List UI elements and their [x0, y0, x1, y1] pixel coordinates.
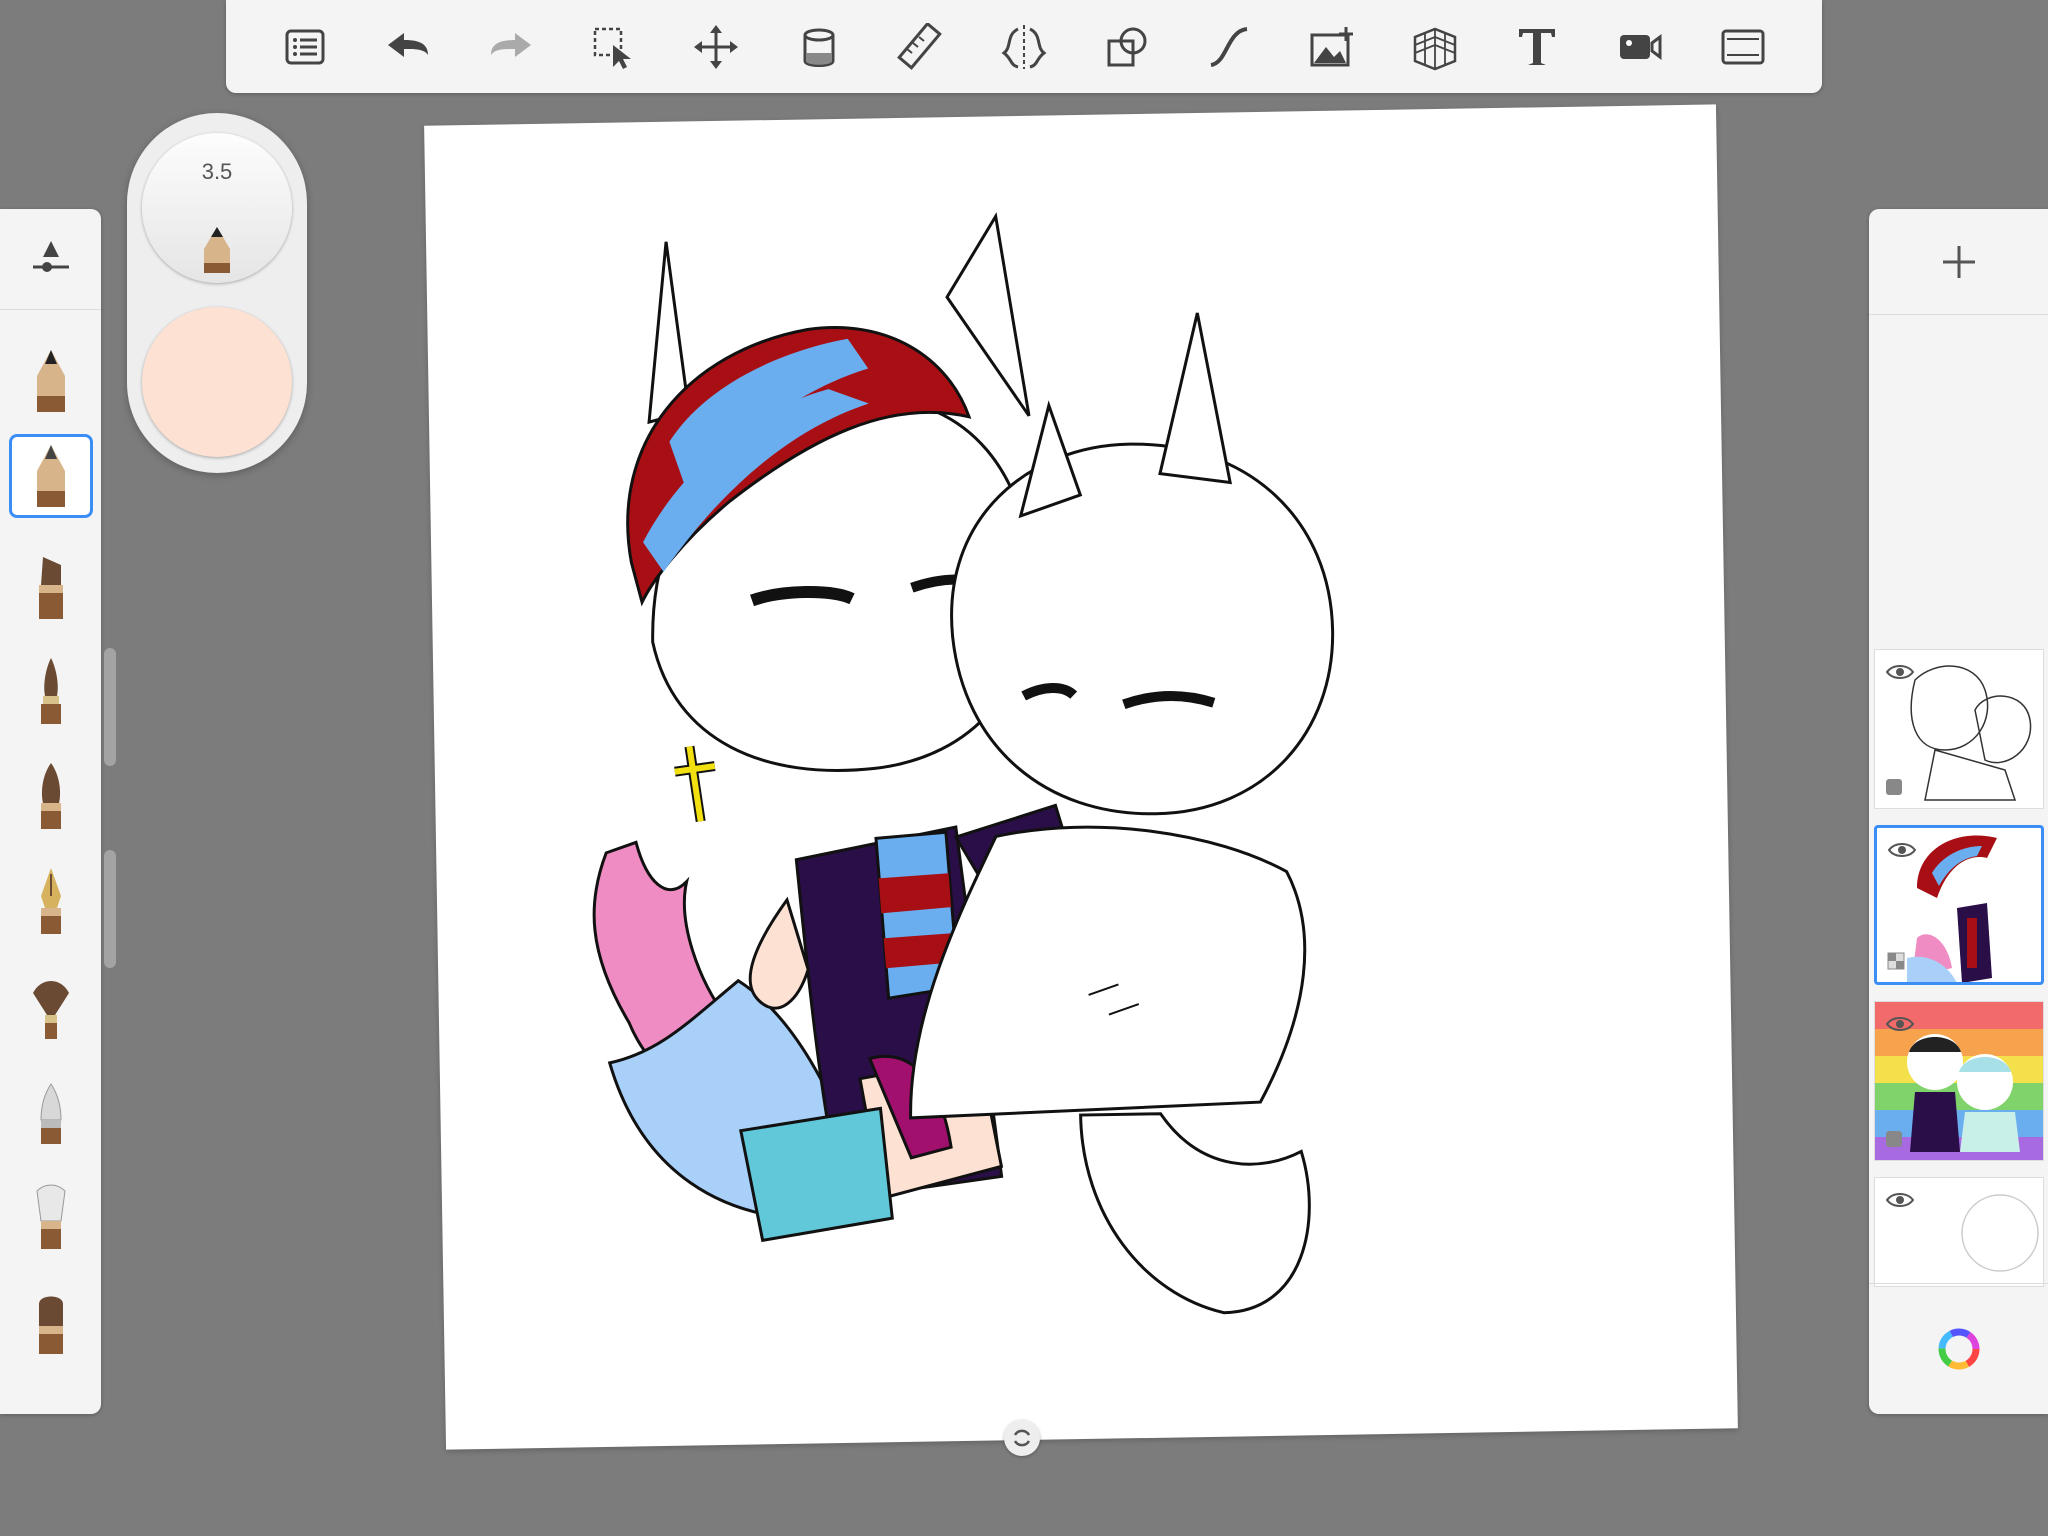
- brush-shaving[interactable]: [9, 1174, 93, 1258]
- menu-list-icon: [285, 29, 325, 64]
- ruler-icon: [897, 22, 943, 70]
- shapes-button[interactable]: [1075, 0, 1178, 93]
- plus-icon: [1942, 245, 1975, 278]
- visibility-eye-icon[interactable]: [1885, 1014, 1915, 1034]
- canvas-paper[interactable]: [424, 104, 1738, 1450]
- brush-chisel[interactable]: [9, 1069, 93, 1153]
- visibility-eye-icon[interactable]: [1885, 662, 1915, 682]
- drawing-canvas[interactable]: [424, 104, 1738, 1450]
- fullscreen-button[interactable]: [1691, 0, 1794, 93]
- record-video-button[interactable]: [1589, 0, 1692, 93]
- menu-list-button[interactable]: [254, 0, 357, 93]
- pencil-icon: [204, 227, 230, 273]
- brush-flat[interactable]: [9, 1279, 93, 1363]
- brush-puck[interactable]: 3.5: [127, 113, 307, 473]
- redo-icon: [490, 32, 531, 57]
- layer-panel: [1869, 209, 2048, 1414]
- brush-fountain-pen[interactable]: [9, 859, 93, 943]
- bristle-brush-icon: [36, 1184, 66, 1249]
- fan-brush-icon: [33, 981, 69, 1039]
- visibility-eye-icon[interactable]: [1885, 1190, 1915, 1210]
- curve-button[interactable]: [1178, 0, 1281, 93]
- perspective-icon: [1413, 27, 1456, 70]
- ruler-button[interactable]: [870, 0, 973, 93]
- transform-icon: [694, 24, 739, 69]
- text-button[interactable]: [1486, 0, 1589, 93]
- brush-size-value: 3.5: [201, 159, 233, 184]
- current-color-swatch[interactable]: [142, 307, 292, 457]
- redo-button[interactable]: [459, 0, 562, 93]
- brush-palette-handle-top[interactable]: [104, 648, 116, 766]
- layer-reference[interactable]: [1874, 1001, 2044, 1161]
- brush-paintbrush[interactable]: [9, 649, 93, 733]
- canvas-rotate-handle[interactable]: [1004, 1420, 1040, 1456]
- visibility-eye-icon[interactable]: [1887, 840, 1917, 860]
- top-toolbar: [226, 0, 1822, 93]
- shapes-icon: [1107, 27, 1147, 66]
- symmetry-icon: [1001, 24, 1047, 69]
- layer-lock-icon[interactable]: [1885, 1130, 1903, 1148]
- layer-alpha-lock-icon[interactable]: [1887, 952, 1905, 970]
- fountain-pen-icon: [41, 868, 61, 934]
- rotate-icon: [1013, 1429, 1031, 1447]
- fill-bucket-button[interactable]: [767, 0, 870, 93]
- round-brush-icon: [41, 763, 61, 829]
- marker-brush-icon: [39, 557, 63, 619]
- undo-icon: [388, 32, 428, 57]
- color-editor-button[interactable]: [1869, 1283, 2048, 1414]
- brush-airbrush[interactable]: [9, 754, 93, 838]
- undo-button[interactable]: [357, 0, 460, 93]
- selection-icon: [594, 27, 632, 69]
- artwork: [592, 212, 1335, 1315]
- brush-palette: [0, 209, 101, 1414]
- pencil-brush-icon: [37, 445, 65, 507]
- brush-palette-handle-bottom[interactable]: [104, 850, 116, 968]
- layer-lineart[interactable]: [1874, 649, 2044, 809]
- brush-pencil-selected[interactable]: [9, 434, 93, 518]
- fullscreen-icon: [1721, 29, 1765, 64]
- brush-fan[interactable]: [9, 964, 93, 1048]
- layer-lock-icon[interactable]: [1885, 778, 1903, 796]
- brush-settings-button[interactable]: [0, 209, 101, 310]
- perspective-button[interactable]: [1383, 0, 1486, 93]
- add-layer-button[interactable]: [1869, 209, 2048, 315]
- selection-button[interactable]: [562, 0, 665, 93]
- symmetry-button[interactable]: [973, 0, 1076, 93]
- pencil-brush-icon: [37, 350, 65, 412]
- text-icon: [1519, 28, 1556, 65]
- import-image-icon: [1310, 26, 1354, 66]
- import-image-button[interactable]: [1281, 0, 1384, 93]
- transform-button[interactable]: [665, 0, 768, 93]
- brush-settings-icon: [32, 241, 69, 272]
- curve-icon: [1210, 26, 1248, 67]
- fill-bucket-icon: [803, 28, 835, 67]
- brush-pencil[interactable]: [9, 339, 93, 423]
- chisel-brush-icon: [40, 1083, 62, 1144]
- layer-colored[interactable]: [1874, 825, 2044, 985]
- color-wheel-icon: [1938, 1328, 1979, 1370]
- layer-background[interactable]: [1874, 1177, 2044, 1287]
- brush-marker[interactable]: [9, 544, 93, 628]
- paintbrush-icon: [41, 658, 61, 724]
- flat-brush-icon: [39, 1296, 63, 1354]
- record-video-icon: [1620, 33, 1662, 60]
- brush-size-control[interactable]: 3.5: [142, 133, 292, 283]
